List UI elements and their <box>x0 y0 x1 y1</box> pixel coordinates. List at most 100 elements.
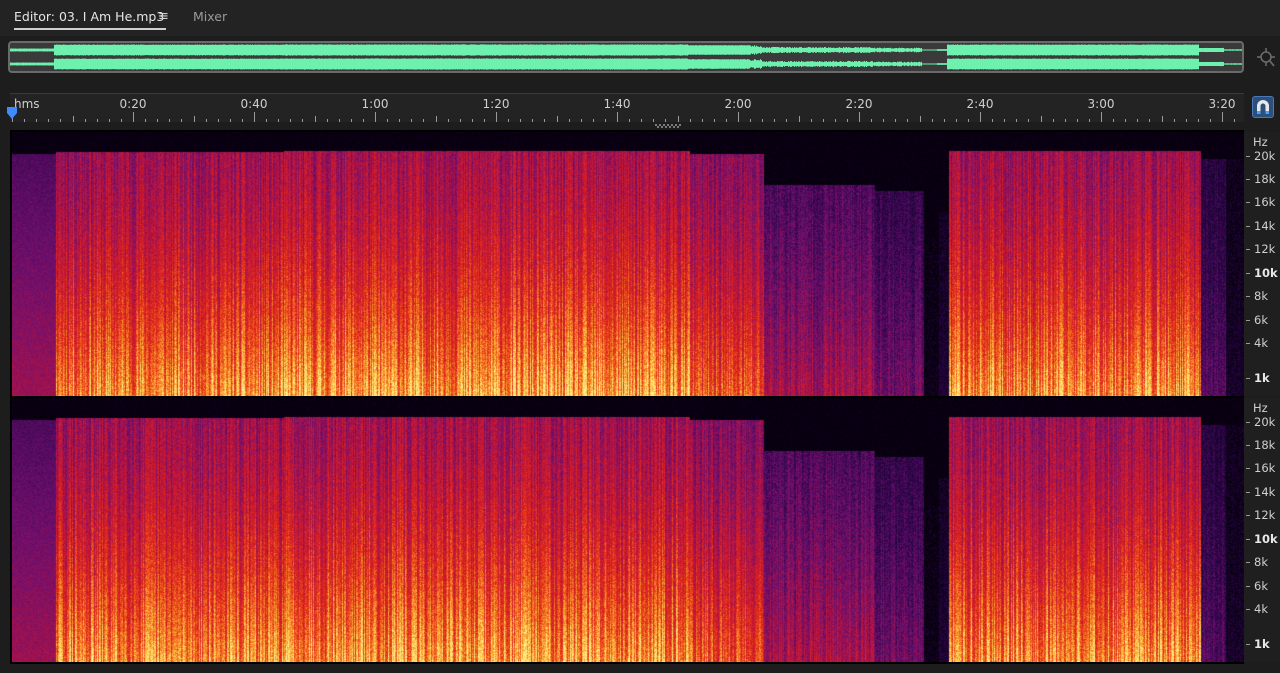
time-tick <box>411 119 413 122</box>
time-label: 1:20 <box>482 97 510 111</box>
time-tick <box>399 119 401 122</box>
frequency-label: 10k <box>1254 531 1278 546</box>
tab-mixer[interactable]: Mixer <box>193 8 227 28</box>
time-tick <box>834 119 836 122</box>
editor-tab-bar: Editor: 03. I Am He.mp3 ≡ Mixer <box>0 0 1280 36</box>
panel-resize-handle[interactable] <box>655 124 683 128</box>
time-tick <box>1052 119 1054 122</box>
frequency-tick <box>1246 155 1250 157</box>
time-tick <box>362 119 364 122</box>
time-tick <box>1088 119 1090 122</box>
time-tick <box>859 112 860 122</box>
frequency-label: 6k <box>1254 578 1268 593</box>
time-label: 1:00 <box>361 97 389 111</box>
time-tick <box>508 119 510 122</box>
frequency-label: 18k <box>1254 172 1276 187</box>
time-tick <box>967 119 969 122</box>
spectrogram-right-channel[interactable] <box>12 398 1244 662</box>
time-tick <box>254 112 255 122</box>
time-tick <box>544 119 546 122</box>
time-tick <box>762 119 764 122</box>
time-tick <box>592 119 594 122</box>
time-tick <box>350 119 352 122</box>
time-tick <box>1076 119 1078 122</box>
frequency-tick <box>1246 421 1250 423</box>
time-tick <box>604 119 606 122</box>
snap-toggle-button[interactable] <box>1252 96 1274 118</box>
frequency-label: 6k <box>1254 312 1268 327</box>
time-tick <box>689 119 691 122</box>
frequency-tick <box>1246 296 1250 298</box>
time-tick <box>1028 119 1030 122</box>
time-label: 1:40 <box>603 97 631 111</box>
time-tick <box>919 116 921 122</box>
time-tick <box>1004 119 1006 122</box>
time-tick <box>157 119 159 122</box>
frequency-tick <box>1246 538 1250 540</box>
time-tick <box>641 119 643 122</box>
time-tick <box>435 116 437 122</box>
hamburger-menu-icon[interactable]: ≡ <box>158 8 169 26</box>
time-tick <box>992 119 994 122</box>
tab-editor[interactable]: Editor: 03. I Am He.mp3 <box>14 8 167 30</box>
time-tick <box>1197 119 1199 122</box>
time-tick <box>1113 119 1115 122</box>
time-tick <box>471 119 473 122</box>
time-ruler[interactable]: hms 0:20 0:40 1:00 1:20 1:40 2:00 2:20 2:40 3:00… <box>10 93 1244 122</box>
frequency-label: 12k <box>1254 242 1276 257</box>
magnet-snap-icon <box>1257 100 1269 114</box>
time-tick <box>871 119 873 122</box>
time-tick <box>943 119 945 122</box>
time-tick <box>229 119 231 122</box>
time-tick <box>677 116 679 122</box>
time-tick <box>822 119 824 122</box>
spectrogram-left-channel[interactable] <box>12 132 1244 396</box>
time-tick <box>120 119 122 122</box>
time-label: 2:00 <box>724 97 752 111</box>
time-tick <box>786 119 788 122</box>
overview-navigator[interactable] <box>8 41 1244 73</box>
frequency-axis-right-channel: Hz 20k 18k 16k 14k 12k 10k 8k 6k 4k 1k <box>1244 398 1280 662</box>
time-tick <box>653 119 655 122</box>
time-tick <box>1185 119 1187 122</box>
time-tick <box>1209 119 1211 122</box>
time-tick <box>217 119 219 122</box>
time-tick <box>96 119 98 122</box>
time-tick <box>145 119 147 122</box>
frequency-tick <box>1246 644 1250 646</box>
frequency-tick <box>1246 319 1250 321</box>
frequency-label: 8k <box>1254 289 1268 304</box>
time-tick <box>496 112 497 122</box>
time-tick <box>181 119 183 122</box>
frequency-tick <box>1246 272 1250 274</box>
time-tick <box>48 119 50 122</box>
time-tick <box>169 119 171 122</box>
time-tick <box>205 119 207 122</box>
time-tick <box>60 119 62 122</box>
playhead-icon[interactable] <box>6 106 18 120</box>
time-label: 3:00 <box>1087 97 1115 111</box>
time-tick <box>750 119 752 122</box>
time-tick <box>1016 119 1018 122</box>
time-tick <box>665 119 667 122</box>
time-tick <box>241 119 243 122</box>
time-tick <box>266 119 268 122</box>
time-tick <box>810 119 812 122</box>
time-tick <box>24 119 26 122</box>
time-label: 0:20 <box>119 97 147 111</box>
time-tick <box>556 116 558 122</box>
time-tick <box>423 119 425 122</box>
frequency-unit-label: Hz <box>1253 135 1268 149</box>
time-tick <box>980 112 981 122</box>
time-tick <box>278 119 280 122</box>
frequency-label: 12k <box>1254 508 1276 523</box>
time-tick <box>774 119 776 122</box>
frequency-axis-left-channel: Hz 20k 18k 16k 14k 12k 10k 8k 6k 4k 1k <box>1244 132 1280 396</box>
time-tick <box>1222 112 1223 122</box>
zoom-to-selection-icon[interactable] <box>1256 46 1276 68</box>
frequency-tick <box>1246 249 1250 251</box>
spectral-frequency-display[interactable] <box>10 130 1244 664</box>
frequency-tick <box>1246 585 1250 587</box>
time-label: 2:20 <box>845 97 873 111</box>
frequency-tick <box>1246 225 1250 227</box>
